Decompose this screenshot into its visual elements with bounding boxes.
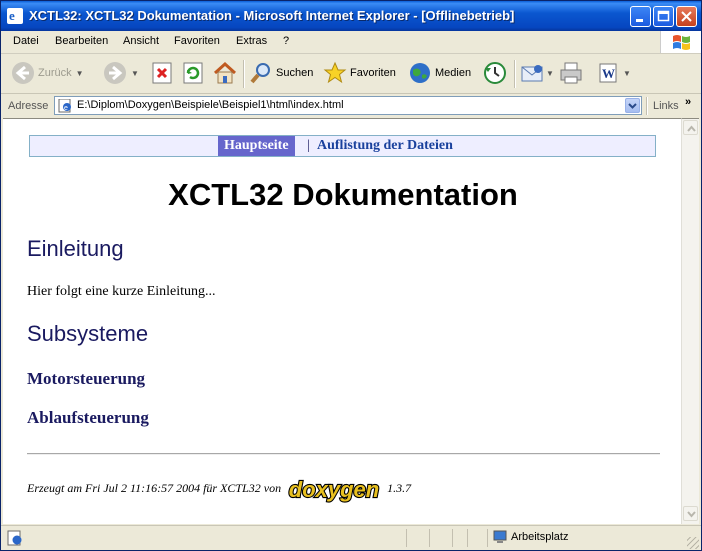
status-bar: Arbeitsplatz	[1, 525, 701, 550]
search-label: Suchen	[276, 67, 314, 79]
minimize-button[interactable]	[630, 6, 651, 27]
footer-generated-text: Erzeugt am Fri Jul 2 11:16:57 2004 für X…	[27, 480, 282, 495]
stop-icon	[152, 62, 172, 84]
edit-button[interactable]: W ▼	[597, 58, 631, 88]
history-button[interactable]	[482, 58, 508, 88]
status-pane	[429, 529, 430, 547]
star-icon	[323, 61, 347, 84]
maximize-icon	[657, 10, 670, 22]
address-url: E:\Diplom\Doxygen\Beispiele\Beispiel1\ht…	[77, 99, 344, 111]
footer-divider	[27, 453, 660, 455]
back-label: Zurück	[38, 67, 72, 79]
menu-help[interactable]: ?	[283, 35, 289, 47]
print-button[interactable]	[558, 58, 584, 88]
page-content: Hauptseite | Auflistung der Dateien XCTL…	[3, 118, 681, 524]
toolbar-separator	[243, 60, 245, 88]
doxygen-nav-bar: Hauptseite | Auflistung der Dateien	[29, 135, 656, 157]
status-pane	[406, 529, 407, 547]
stop-button[interactable]	[151, 58, 173, 88]
menu-favoriten[interactable]: Favoriten	[174, 35, 220, 47]
favorites-label: Favoriten	[350, 67, 396, 79]
media-button[interactable]: Medien	[408, 58, 471, 88]
back-button[interactable]: Zurück ▼	[11, 58, 84, 88]
home-icon	[213, 61, 237, 84]
close-icon	[681, 11, 692, 22]
menu-datei[interactable]: Datei	[13, 35, 39, 47]
page-title: XCTL32 Dokumentation	[168, 177, 518, 212]
footer: Erzeugt am Fri Jul 2 11:16:57 2004 für X…	[27, 472, 411, 504]
svg-text:W: W	[602, 66, 615, 81]
doxygen-logo[interactable]: doxygen	[285, 472, 384, 504]
favorites-button[interactable]: Favoriten	[323, 58, 396, 88]
nav-auflistung-der-dateien[interactable]: Auflistung der Dateien	[317, 136, 453, 156]
links-chevron[interactable]: »	[685, 96, 691, 108]
zone-label: Arbeitsplatz	[511, 531, 569, 543]
edit-dropdown-icon[interactable]: ▼	[623, 69, 631, 78]
printer-icon	[560, 62, 582, 84]
home-button[interactable]	[212, 58, 238, 88]
search-button[interactable]: Suchen	[249, 58, 313, 88]
minimize-icon	[636, 19, 643, 22]
browser-window: e XCTL32: XCTL32 Dokumentation - Microso…	[0, 0, 702, 551]
status-pane	[487, 529, 488, 547]
resize-grip[interactable]	[687, 537, 699, 549]
toolbar: Zurück ▼ ▼ Suchen Favoriten Medien ▼ W ▼	[1, 54, 701, 94]
menu-ansicht[interactable]: Ansicht	[123, 35, 159, 47]
refresh-icon	[183, 62, 203, 84]
media-globe-icon	[410, 63, 430, 83]
windows-logo-icon	[660, 31, 701, 53]
search-icon	[250, 63, 270, 84]
menu-bar: Datei Bearbeiten Ansicht Favoriten Extra…	[1, 31, 701, 54]
mail-dropdown-icon[interactable]: ▼	[546, 69, 554, 78]
back-dropdown-icon[interactable]: ▼	[76, 69, 84, 78]
window-title: XCTL32: XCTL32 Dokumentation - Microsoft…	[29, 8, 515, 23]
refresh-button[interactable]	[182, 58, 204, 88]
links-button[interactable]: Links	[653, 100, 679, 112]
scroll-up-button[interactable]	[683, 120, 698, 135]
intro-text: Hier folgt eine kurze Einleitung...	[27, 284, 216, 299]
address-dropdown-button[interactable]	[625, 98, 640, 113]
chevron-down-icon	[628, 103, 637, 109]
ie-icon: e	[7, 8, 23, 24]
history-icon	[484, 62, 506, 84]
address-label: Adresse	[8, 100, 49, 112]
footer-version: 1.3.7	[387, 480, 412, 495]
menu-bearbeiten[interactable]: Bearbeiten	[55, 35, 108, 47]
page-icon: e	[58, 99, 71, 113]
status-pane	[452, 529, 453, 547]
maximize-button[interactable]	[653, 6, 674, 27]
word-edit-icon: W	[599, 63, 617, 83]
arrow-up-icon	[687, 125, 696, 132]
vertical-scrollbar[interactable]	[681, 118, 699, 524]
media-label: Medien	[435, 67, 472, 79]
svg-text:e: e	[64, 105, 68, 112]
back-arrow-icon	[12, 62, 34, 84]
page-status-icon	[7, 530, 22, 546]
title-bar[interactable]: e XCTL32: XCTL32 Dokumentation - Microso…	[1, 1, 701, 31]
heading-einleitung: Einleitung	[27, 236, 124, 261]
address-input[interactable]: e E:\Diplom\Doxygen\Beispiele\Beispiel1\…	[54, 96, 642, 115]
heading-motorsteuerung: Motorsteuerung	[27, 369, 146, 388]
nav-hauptseite[interactable]: Hauptseite	[218, 136, 295, 156]
forward-arrow-icon	[104, 62, 126, 84]
scroll-down-button[interactable]	[683, 506, 698, 521]
forward-dropdown-icon[interactable]: ▼	[131, 69, 139, 78]
heading-ablaufsteuerung: Ablaufsteuerung	[27, 408, 149, 427]
mail-button[interactable]: ▼	[520, 58, 554, 88]
menu-extras[interactable]: Extras	[236, 35, 267, 47]
mail-icon	[521, 65, 543, 82]
zone-indicator: Arbeitsplatz	[493, 530, 568, 544]
svg-text:doxygen: doxygen	[289, 477, 379, 502]
heading-subsysteme: Subsysteme	[27, 321, 149, 346]
computer-icon	[493, 530, 507, 543]
forward-button[interactable]: ▼	[103, 58, 139, 88]
address-bar: Adresse e E:\Diplom\Doxygen\Beispiele\Be…	[1, 94, 701, 118]
arrow-down-icon	[687, 511, 696, 518]
status-pane	[467, 529, 468, 547]
toolbar-separator	[514, 60, 516, 88]
nav-separator: |	[307, 138, 310, 153]
close-button[interactable]	[676, 6, 697, 27]
links-separator	[646, 97, 648, 115]
